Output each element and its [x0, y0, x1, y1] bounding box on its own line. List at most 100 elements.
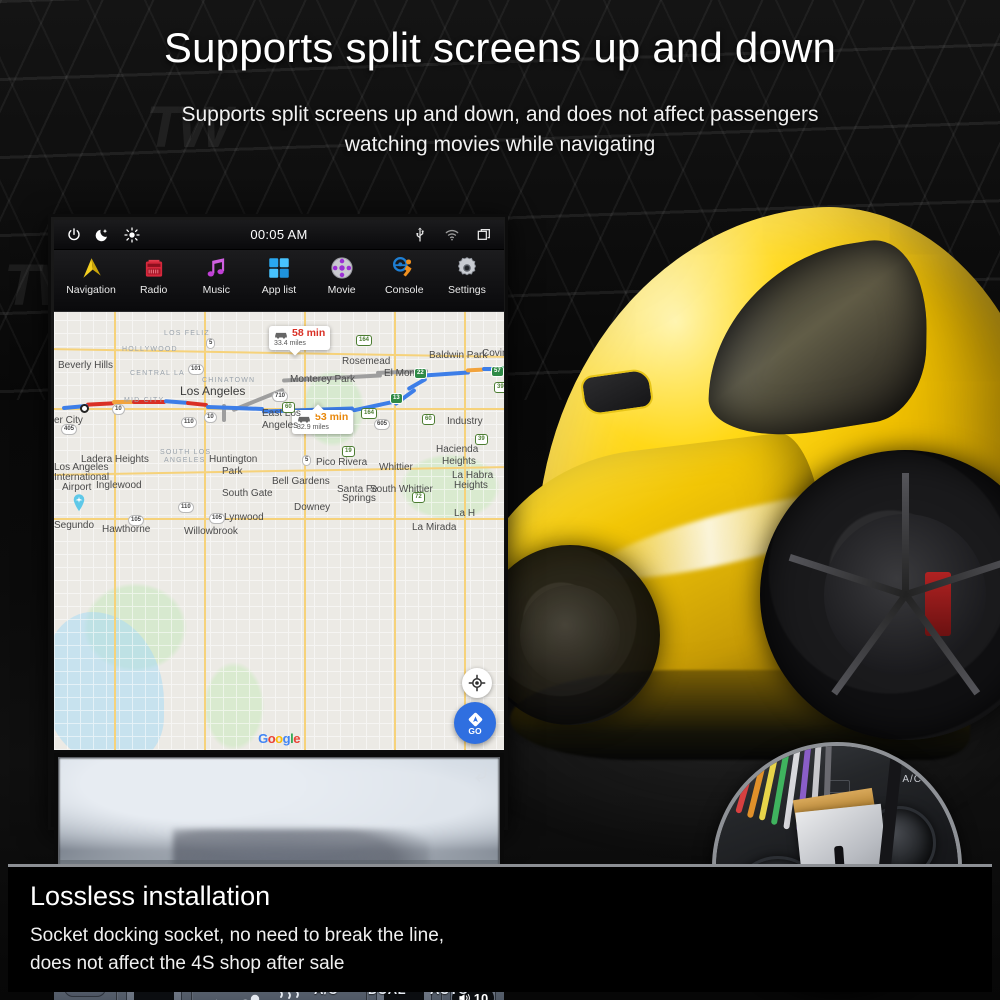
map-route-shield: 5 — [302, 455, 312, 466]
map-place-label: Rosemead — [342, 356, 391, 367]
night-mode-icon[interactable] — [95, 227, 111, 243]
map-place-label: Inglewood — [96, 480, 142, 491]
map-place-label: HOLLYWOOD — [122, 346, 178, 353]
map-place-label: CENTRAL LA — [130, 370, 185, 377]
app-label: Settings — [447, 284, 486, 296]
gear-icon — [450, 253, 484, 283]
head-unit-screen: 00:05 AM Navigation Radio Music App list… — [54, 220, 504, 750]
map-place-label: La Mirada — [412, 522, 457, 533]
app-music[interactable]: Music — [185, 253, 247, 296]
map-route-shield: 110 — [178, 502, 194, 513]
map-route-shield: 39 — [494, 382, 504, 393]
map-place-label: Los Angeles — [180, 384, 246, 398]
map-place-label: Monterey Park — [290, 374, 356, 385]
map-route-shield: 101 — [188, 364, 205, 375]
map-route-shield: 164 — [356, 335, 373, 346]
map-place-label: Lynwood — [224, 512, 264, 523]
map-route-shield: 39 — [475, 434, 488, 445]
app-radio[interactable]: Radio — [123, 253, 185, 296]
map-route-shield: 22 — [414, 368, 427, 379]
map-place-label: Hacienda — [436, 444, 479, 455]
map-place-label: Pico Rivera — [316, 457, 368, 468]
google-logo: Google — [258, 731, 300, 746]
eta-time: 58 min — [292, 327, 326, 339]
video-back-button[interactable] — [469, 762, 491, 789]
go-button-label: GO — [468, 725, 482, 736]
bottom-banner: Lossless installation Socket docking soc… — [8, 864, 992, 992]
car-head-unit: 00:05 AM Navigation Radio Music App list… — [48, 214, 508, 1000]
app-console[interactable]: Console — [373, 253, 435, 296]
music-note-icon — [199, 253, 233, 283]
steering-wheel-icon — [387, 253, 421, 283]
map-place-label: Springs — [342, 493, 376, 504]
map-route-shield: 5 — [206, 338, 216, 349]
airflow-icon[interactable] — [202, 996, 230, 1000]
map-route-shield: 60 — [282, 402, 295, 413]
app-label: Movie — [327, 284, 356, 296]
eta-distance: 33.4 miles — [274, 340, 306, 348]
seat-airflow-icon[interactable] — [236, 992, 266, 1000]
ac-label-dash: A/C — [902, 774, 922, 785]
radio-icon — [137, 253, 171, 283]
eta-time: 53 min — [315, 411, 349, 423]
map-route-shield: 710 — [272, 391, 289, 402]
back-arrow-icon — [475, 767, 487, 783]
map-route-shield: 72 — [412, 492, 425, 503]
map-place-label: LOS FELIZ — [164, 330, 210, 337]
navigation-map[interactable]: 58 min 33.4 miles 53 min 32.9 miles LOS … — [54, 312, 504, 750]
airport-marker-icon — [73, 494, 85, 512]
app-app-list[interactable]: App list — [248, 253, 310, 296]
banner-title: Lossless installation — [30, 881, 271, 911]
navigation-arrow-icon — [74, 253, 108, 283]
page-title: Supports split screens up and down — [163, 24, 837, 71]
map-route-shield: 60 — [422, 414, 435, 425]
map-route-shield: 10 — [112, 404, 125, 415]
app-settings[interactable]: Settings — [436, 253, 498, 296]
map-route-shield: 110 — [181, 417, 197, 428]
map-place-label: South Gate — [222, 488, 273, 499]
map-place-label: MID CITY — [124, 397, 165, 404]
subtitle-line-1: Supports split screens up and down, and … — [181, 103, 819, 126]
app-label: Console — [385, 284, 424, 296]
map-route-shield: 164 — [361, 408, 378, 419]
promo-page: TW TW TW TW Supports split screens up an… — [0, 0, 1000, 1000]
map-place-label: Willowbrook — [184, 526, 238, 537]
app-navigation[interactable]: Navigation — [60, 253, 122, 296]
map-place-label: Angeles — [262, 420, 299, 431]
go-navigation-button[interactable]: GO — [454, 702, 496, 744]
map-route-shield: 57 — [491, 366, 504, 377]
map-place-label: Huntington — [209, 454, 258, 465]
map-place-label: Baldwin Park — [429, 350, 488, 361]
status-bar: 00:05 AM — [54, 220, 504, 250]
brightness-icon[interactable] — [124, 226, 140, 243]
map-place-label: Hawthorne — [102, 524, 151, 535]
app-movie[interactable]: Movie — [311, 253, 373, 296]
map-place-label: Downey — [294, 502, 331, 513]
map-route-shield: 605 — [374, 419, 391, 430]
map-place-label: Heights — [454, 480, 488, 491]
route-eta-label[interactable]: 53 min 32.9 miles — [292, 410, 354, 435]
banner-line-2: does not affect the 4S shop after sale — [30, 953, 345, 974]
power-icon[interactable] — [66, 227, 82, 243]
eta-distance: 32.9 miles — [297, 424, 329, 432]
map-place-label: Park — [222, 466, 243, 477]
app-label: Radio — [139, 284, 168, 296]
map-place-label: Covina — [482, 348, 504, 359]
map-place-label: Whittier — [379, 462, 413, 473]
route-eta-label[interactable]: 58 min 33.4 miles — [269, 326, 331, 351]
crosshair-icon — [468, 674, 486, 692]
map-place-label: Beverly Hills — [58, 360, 114, 371]
subtitle-line-2: watching movies while navigating — [344, 133, 656, 156]
page-subtitle: Supports split screens up and down, and … — [120, 100, 880, 160]
app-shortcut-row: Navigation Radio Music App list Movie Co… — [54, 250, 504, 312]
map-route-shield: 105 — [128, 515, 145, 526]
map-route-shield: 13 — [390, 393, 403, 404]
my-location-button[interactable] — [462, 668, 492, 698]
map-place-label: Industry — [447, 416, 483, 427]
map-route-shield: 19 — [342, 446, 355, 457]
app-label: Music — [202, 284, 231, 296]
car-icon — [275, 332, 287, 339]
multi-window-icon[interactable] — [476, 227, 492, 243]
map-place-label: Bell Gardens — [272, 476, 330, 487]
banner-line-1: Socket docking socket, no need to break … — [30, 925, 445, 946]
